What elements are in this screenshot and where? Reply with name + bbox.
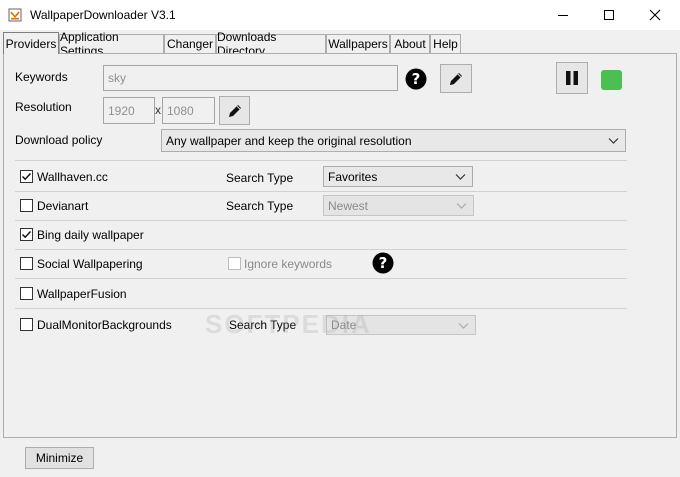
separator bbox=[15, 160, 627, 161]
app-icon bbox=[8, 8, 22, 22]
checkmark-icon bbox=[21, 172, 32, 181]
tab-application-settings[interactable]: Application Settings bbox=[59, 30, 164, 58]
keywords-value: sky bbox=[108, 71, 126, 85]
window-title: WallpaperDownloader V3.1 bbox=[30, 8, 176, 22]
tab-wallpapers[interactable]: Wallpapers bbox=[326, 34, 390, 53]
separator bbox=[15, 249, 627, 250]
pause-button[interactable] bbox=[556, 62, 588, 94]
minimize-icon bbox=[558, 15, 568, 16]
chevron-down-icon bbox=[456, 203, 467, 209]
pause-icon bbox=[566, 71, 578, 85]
edit-resolution-button[interactable] bbox=[219, 96, 250, 125]
devianart-search-type-select[interactable]: Newest bbox=[323, 195, 474, 216]
resolution-width-value: 1920 bbox=[108, 103, 135, 118]
watermark: SOFTPEDIA bbox=[205, 309, 372, 339]
wallhaven-search-type-value: Favorites bbox=[328, 169, 378, 184]
tab-label: Changer bbox=[166, 37, 214, 51]
tab-changer[interactable]: Changer bbox=[164, 34, 216, 53]
svg-text:?: ? bbox=[379, 254, 388, 272]
tab-label: Help bbox=[433, 37, 458, 51]
ignore-keywords-checkbox[interactable] bbox=[228, 257, 241, 270]
wallpaperfusion-checkbox[interactable] bbox=[20, 287, 33, 300]
tab-downloads-directory[interactable]: Downloads Directory bbox=[216, 30, 326, 58]
separator bbox=[15, 220, 627, 221]
download-policy-label: Download policy bbox=[15, 133, 103, 147]
social-wallpapering-label: Social Wallpapering bbox=[37, 257, 143, 271]
wallhaven-search-type-select[interactable]: Favorites bbox=[323, 166, 473, 187]
separator bbox=[15, 278, 627, 279]
help-icon[interactable]: ? bbox=[405, 68, 427, 90]
chevron-down-icon bbox=[455, 174, 466, 180]
maximize-window-button[interactable] bbox=[586, 0, 632, 30]
keywords-label: Keywords bbox=[15, 70, 68, 84]
devianart-search-type-label: Search Type bbox=[226, 199, 294, 213]
close-window-button[interactable] bbox=[632, 0, 678, 30]
tab-label: Wallpapers bbox=[328, 37, 388, 51]
resolution-label: Resolution bbox=[15, 100, 72, 114]
tab-label: Providers bbox=[5, 36, 57, 51]
dualmonitor-checkbox[interactable] bbox=[20, 318, 33, 331]
keywords-input[interactable]: sky bbox=[103, 65, 398, 91]
wallhaven-checkbox[interactable] bbox=[20, 170, 33, 183]
title-bar: WallpaperDownloader V3.1 bbox=[0, 0, 680, 30]
download-policy-select[interactable]: Any wallpaper and keep the original reso… bbox=[161, 129, 626, 152]
svg-text:?: ? bbox=[412, 70, 421, 88]
pencil-icon bbox=[228, 104, 241, 117]
tab-providers[interactable]: Providers bbox=[3, 32, 59, 54]
minimize-label: Minimize bbox=[35, 451, 84, 465]
tab-about[interactable]: About bbox=[390, 34, 430, 53]
status-indicator bbox=[601, 70, 622, 90]
download-policy-value: Any wallpaper and keep the original reso… bbox=[166, 133, 412, 148]
bing-label: Bing daily wallpaper bbox=[37, 228, 144, 242]
separator bbox=[15, 191, 627, 192]
bing-checkbox[interactable] bbox=[20, 228, 33, 241]
social-wallpapering-checkbox[interactable] bbox=[20, 257, 33, 270]
dualmonitor-label: DualMonitorBackgrounds bbox=[37, 318, 172, 332]
close-icon bbox=[649, 9, 661, 21]
wallpaperfusion-label: WallpaperFusion bbox=[37, 287, 127, 301]
wallhaven-label: Wallhaven.cc bbox=[37, 170, 108, 184]
resolution-height-input[interactable]: 1080 bbox=[162, 97, 215, 124]
devianart-checkbox[interactable] bbox=[20, 199, 33, 212]
resolution-separator: x bbox=[155, 103, 161, 117]
help-icon[interactable]: ? bbox=[372, 252, 394, 274]
minimize-button[interactable]: Minimize bbox=[25, 447, 94, 469]
minimize-window-button[interactable] bbox=[540, 0, 586, 30]
resolution-width-input[interactable]: 1920 bbox=[103, 97, 155, 124]
pencil-icon bbox=[450, 72, 462, 85]
tab-help[interactable]: Help bbox=[430, 34, 461, 53]
edit-keywords-button[interactable] bbox=[440, 64, 472, 93]
checkmark-icon bbox=[21, 230, 32, 239]
tab-label: About bbox=[394, 37, 426, 51]
maximize-icon bbox=[604, 10, 614, 20]
devianart-label: Devianart bbox=[37, 199, 89, 213]
wallhaven-search-type-label: Search Type bbox=[226, 171, 294, 185]
ignore-keywords-label: Ignore keywords bbox=[244, 257, 333, 271]
devianart-search-type-value: Newest bbox=[328, 198, 369, 213]
chevron-down-icon bbox=[608, 138, 619, 144]
resolution-height-value: 1080 bbox=[167, 103, 194, 118]
chevron-down-icon bbox=[458, 323, 469, 329]
